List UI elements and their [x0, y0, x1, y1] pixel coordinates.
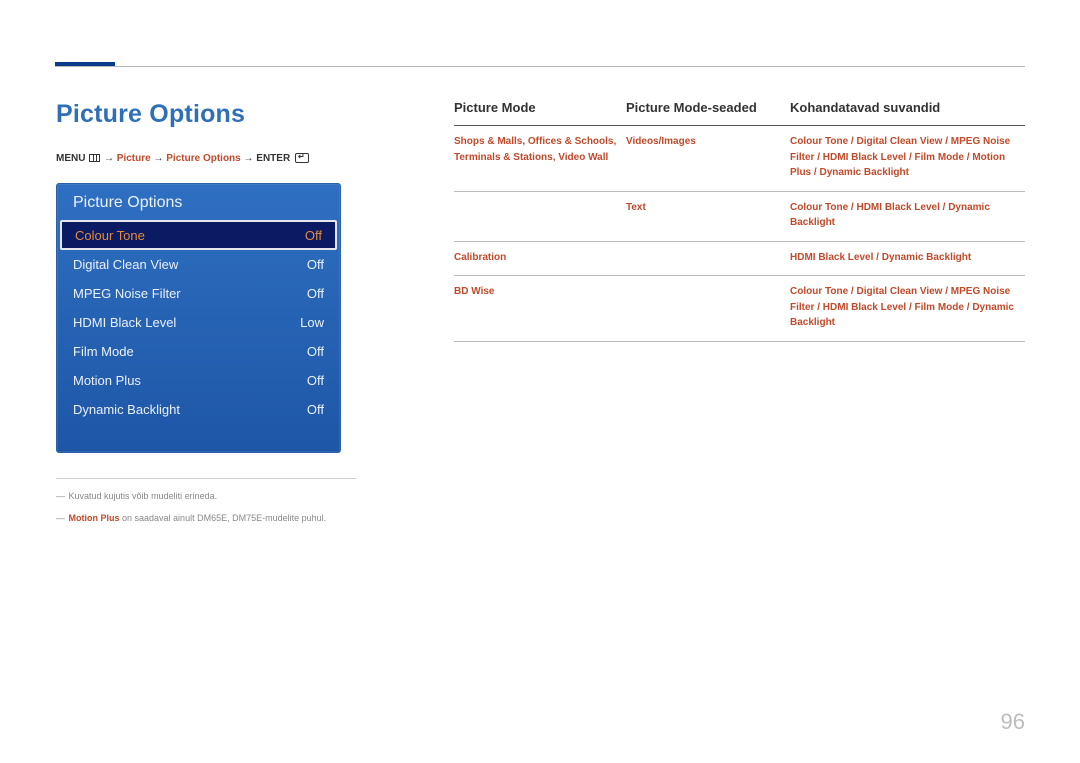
table-row: BD Wise Colour Tone / Digital Clean View …: [454, 276, 1025, 342]
option-name: Digital Clean View: [856, 136, 942, 147]
option-name: HDMI Black Level: [790, 252, 873, 263]
separator: /: [967, 152, 970, 163]
breadcrumb-enter-label: ENTER: [256, 153, 290, 164]
option-name: Colour Tone: [790, 136, 848, 147]
table-cell: BD Wise: [454, 284, 626, 331]
separator: /: [909, 152, 912, 163]
table-cell: [626, 250, 790, 266]
table-cell: HDMI Black Level / Dynamic Backlight: [790, 250, 1020, 266]
menu-row-label: MPEG Noise Filter: [73, 286, 181, 301]
dash-icon: ―: [56, 511, 66, 525]
separator: /: [909, 302, 912, 313]
table-cell: Colour Tone / Digital Clean View / MPEG …: [790, 134, 1020, 181]
menu-row-value: Off: [307, 373, 324, 388]
footnote-line: ― Motion Plus on saadaval ainult DM65E, …: [56, 511, 356, 525]
footnote-rule: [56, 478, 356, 479]
option-name: HDMI Black Level: [823, 152, 906, 163]
menu-row-value: Off: [307, 402, 324, 417]
table-cell: Colour Tone / HDMI Black Level / Dynamic…: [790, 200, 1020, 231]
page-title: Picture Options: [56, 100, 245, 129]
column-header: Picture Mode-seaded: [626, 100, 790, 115]
separator: /: [967, 302, 970, 313]
panel-spacer: [57, 424, 340, 452]
table-cell: Text: [626, 200, 790, 231]
menu-row-value: Low: [300, 315, 324, 330]
menu-row-label: Motion Plus: [73, 373, 141, 388]
separator: /: [851, 286, 854, 297]
option-name: Dynamic Backlight: [882, 252, 971, 263]
option-name: HDMI Black Level: [856, 202, 939, 213]
menu-row[interactable]: Film Mode Off: [57, 337, 340, 366]
menu-row-label: Film Mode: [73, 344, 134, 359]
breadcrumb-seg-picture-options: Picture Options: [166, 153, 240, 164]
menu-icon: [89, 154, 100, 162]
breadcrumb-menu-label: MENU: [56, 153, 85, 164]
menu-row-value: Off: [307, 257, 324, 272]
separator: /: [817, 152, 820, 163]
menu-row-label: Digital Clean View: [73, 257, 178, 272]
panel-title: Picture Options: [57, 184, 340, 220]
option-name: Colour Tone: [790, 286, 848, 297]
menu-row[interactable]: MPEG Noise Filter Off: [57, 279, 340, 308]
menu-row-value: Off: [307, 344, 324, 359]
table-cell: Shops & Malls, Offices & Schools, Termin…: [454, 134, 626, 181]
table-cell: Videos/Images: [626, 134, 790, 181]
breadcrumb: MENU → Picture → Picture Options → ENTER: [56, 153, 309, 164]
option-name: Film Mode: [915, 152, 964, 163]
table-header-row: Picture Mode Picture Mode-seaded Kohanda…: [454, 100, 1025, 126]
header-rule: [55, 66, 1025, 67]
option-name: Digital Clean View: [856, 286, 942, 297]
table-cell: [626, 284, 790, 331]
menu-row-label: HDMI Black Level: [73, 315, 176, 330]
menu-row-label: Dynamic Backlight: [73, 402, 180, 417]
column-header: Picture Mode: [454, 100, 626, 115]
table-cell: [454, 200, 626, 231]
option-name: HDMI Black Level: [823, 302, 906, 313]
footnote-highlight: Motion Plus: [69, 513, 120, 523]
picture-options-panel: Picture Options Colour ToneOffDigital Cl…: [56, 183, 341, 453]
menu-row[interactable]: Digital Clean View Off: [57, 250, 340, 279]
menu-row[interactable]: Colour Tone Off: [60, 220, 337, 250]
dash-icon: ―: [56, 489, 66, 503]
column-header: Kohandatavad suvandid: [790, 100, 1020, 115]
table-row: Shops & Malls, Offices & Schools, Termin…: [454, 126, 1025, 192]
separator: /: [814, 167, 817, 178]
arrow-icon: →: [104, 153, 117, 164]
arrow-icon: →: [153, 153, 166, 164]
breadcrumb-seg-picture: Picture: [117, 153, 151, 164]
menu-row-value: Off: [307, 286, 324, 301]
separator: /: [876, 252, 879, 263]
footnote-line: ― Kuvatud kujutis võib mudeliti erineda.: [56, 489, 356, 503]
option-name: Dynamic Backlight: [819, 167, 908, 178]
table-row: Calibration HDMI Black Level / Dynamic Ba…: [454, 242, 1025, 277]
page-number: 96: [1001, 709, 1025, 735]
separator: /: [851, 202, 854, 213]
table-cell: Calibration: [454, 250, 626, 266]
option-name: Film Mode: [915, 302, 964, 313]
footnote-text: Kuvatud kujutis võib mudeliti erineda.: [69, 491, 218, 501]
menu-row[interactable]: HDMI Black Level Low: [57, 308, 340, 337]
separator: /: [851, 136, 854, 147]
arrow-icon: →: [244, 153, 257, 164]
separator: /: [945, 136, 948, 147]
table-row: TextColour Tone / HDMI Black Level / Dyn…: [454, 192, 1025, 242]
separator: /: [943, 202, 946, 213]
options-table: Picture Mode Picture Mode-seaded Kohanda…: [454, 100, 1025, 342]
separator: /: [817, 302, 820, 313]
table-cell: Colour Tone / Digital Clean View / MPEG …: [790, 284, 1020, 331]
menu-row-value: Off: [305, 228, 322, 243]
menu-row[interactable]: Dynamic Backlight Off: [57, 395, 340, 424]
separator: /: [945, 286, 948, 297]
menu-row[interactable]: Motion Plus Off: [57, 366, 340, 395]
menu-row-label: Colour Tone: [75, 228, 145, 243]
enter-icon: [295, 153, 309, 163]
option-name: Colour Tone: [790, 202, 848, 213]
footnotes: ― Kuvatud kujutis võib mudeliti erineda.…: [56, 478, 356, 534]
footnote-text: on saadaval ainult DM65E, DM75E-mudelite…: [120, 513, 327, 523]
